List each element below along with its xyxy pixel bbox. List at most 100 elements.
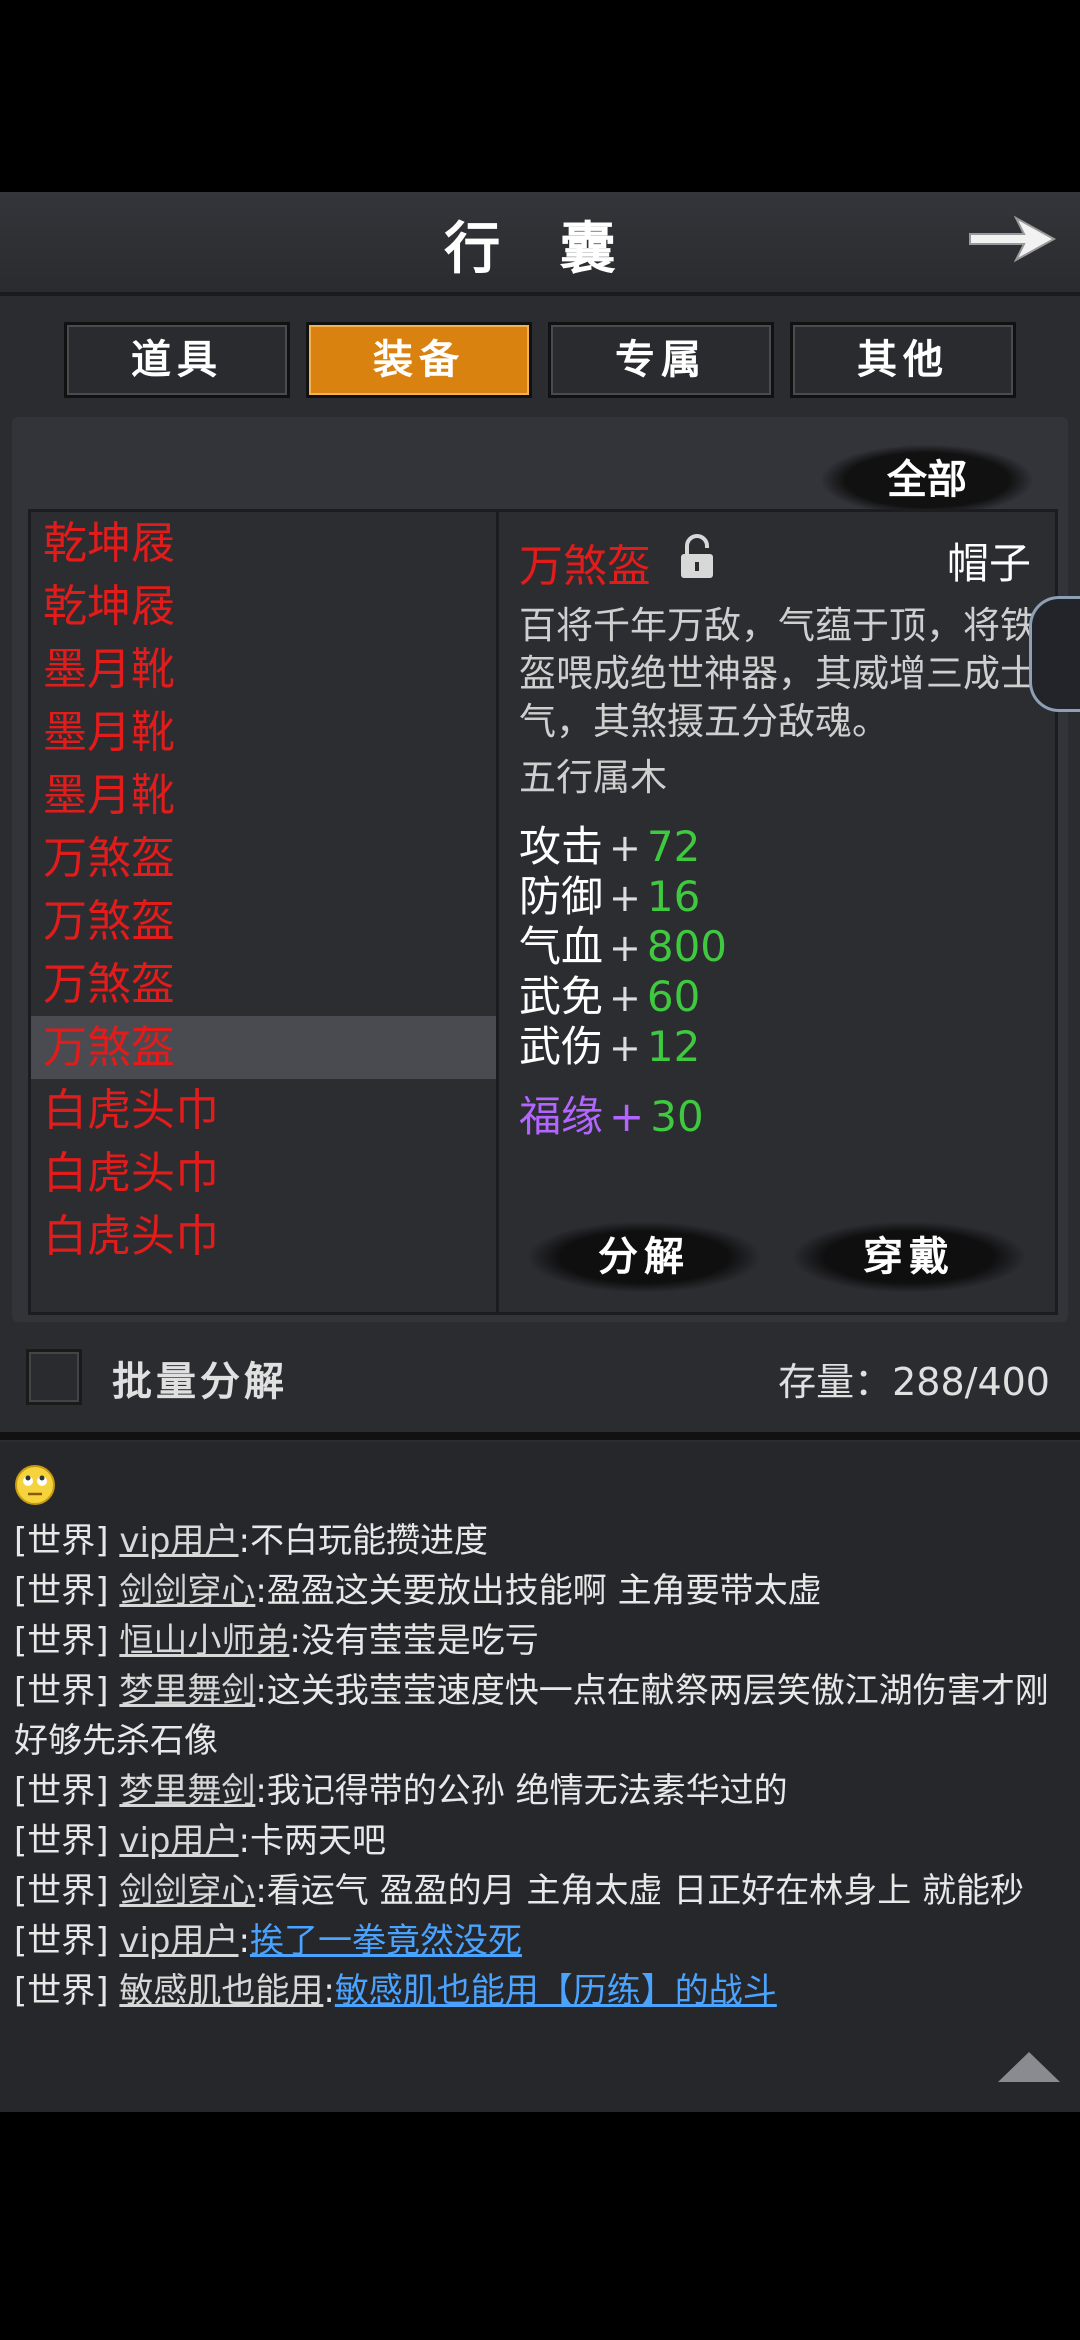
arrow-right-icon[interactable] bbox=[964, 204, 1060, 274]
chat-message: [世界] 梦里舞剑:我记得带的公孙 绝情无法素华过的 bbox=[14, 1766, 1066, 1816]
chat-user[interactable]: vip用户 bbox=[119, 1921, 238, 1961]
stat-value: 12 bbox=[646, 1022, 701, 1071]
chat-channel: [世界] bbox=[14, 1921, 109, 1961]
chat-message: [世界] 恒山小师弟:没有莹莹是吃亏 bbox=[14, 1616, 1066, 1666]
chat-text: :卡两天吧 bbox=[238, 1821, 386, 1861]
stat-row: 气血 +800 bbox=[519, 922, 727, 972]
equipment-list[interactable]: 乾坤屐 乾坤屐 墨月靴 墨月靴 墨月靴 万煞盔 万煞盔 万煞盔 万煞盔 白虎头巾… bbox=[28, 509, 499, 1315]
stat-value: 60 bbox=[646, 972, 701, 1021]
item-detail-panel: 万煞盔 帽子 百将千年万敌，气蕴于顶，将铁盔喂成绝世神器，其威增三成士气，其煞摄… bbox=[496, 509, 1058, 1315]
list-item[interactable]: 白虎头巾 bbox=[31, 1079, 496, 1142]
equipment-content: 全部 乾坤屐 乾坤屐 墨月靴 墨月靴 墨月靴 万煞盔 万煞盔 万煞盔 万煞盔 白… bbox=[12, 417, 1068, 1322]
inventory-panel: 行 囊 道具 装备 专属 其他 全部 乾坤屐 乾坤屐 墨月靴 墨月靴 墨月靴 万… bbox=[0, 192, 1080, 2112]
chat-text: :没有莹莹是吃亏 bbox=[289, 1621, 539, 1661]
chat-message: [世界] 剑剑穿心:看运气 盈盈的月 主角太虚 日正好在林身上 就能秒 bbox=[14, 1866, 1066, 1916]
item-stats: 攻击 +72 防御 +16 气血 +800 武免 +60 武伤 +12 bbox=[519, 822, 727, 1072]
title-bar: 行 囊 bbox=[0, 192, 1080, 296]
chat-channel: [世界] bbox=[14, 1871, 109, 1911]
stat-plus: + bbox=[609, 926, 641, 970]
stat-name: 武伤 bbox=[519, 1022, 604, 1071]
eyeroll-emoji-icon bbox=[15, 1465, 55, 1505]
chat-message: [世界] 剑剑穿心:盈盈这关要放出技能啊 主角要带太虚 bbox=[14, 1566, 1066, 1616]
tab-exclusive[interactable]: 专属 bbox=[548, 322, 774, 398]
list-item[interactable]: 墨月靴 bbox=[31, 701, 496, 764]
tab-other[interactable]: 其他 bbox=[790, 322, 1016, 398]
chat-link[interactable]: 敏感肌也能用【历练】的战斗 bbox=[335, 1971, 777, 2011]
stat-plus: + bbox=[609, 1026, 641, 1070]
list-item[interactable]: 墨月靴 bbox=[31, 638, 496, 701]
lock-icon[interactable] bbox=[677, 532, 717, 582]
bonus-stat: 福缘 +30 bbox=[519, 1092, 704, 1142]
tab-bar: 道具 装备 专属 其他 bbox=[64, 322, 1024, 398]
capacity-text: 存量：288/400 bbox=[778, 1351, 1050, 1406]
chat-message: [世界] vip用户:不白玩能攒进度 bbox=[14, 1516, 1066, 1566]
chat-text: :盈盈这关要放出技能啊 主角要带太虚 bbox=[255, 1571, 822, 1611]
stat-value: 800 bbox=[646, 922, 728, 971]
batch-dismantle-label: 批量分解 bbox=[112, 1358, 288, 1405]
chat-message: [世界] vip用户:挨了一拳竟然没死 bbox=[14, 1916, 1066, 1966]
bonus-value: 30 bbox=[650, 1092, 704, 1141]
tab-equipment[interactable]: 装备 bbox=[306, 322, 532, 398]
filter-all-button[interactable]: 全部 bbox=[822, 445, 1032, 515]
stat-name: 防御 bbox=[519, 872, 604, 921]
item-slot-type: 帽子 bbox=[946, 539, 1031, 588]
chat-channel: [世界] bbox=[14, 1521, 109, 1561]
chat-user[interactable]: 恒山小师弟 bbox=[119, 1621, 289, 1661]
chat-text: :看运气 盈盈的月 主角太虚 日正好在林身上 就能秒 bbox=[255, 1871, 1025, 1911]
stat-plus: + bbox=[609, 976, 641, 1020]
chat-channel: [世界] bbox=[14, 1971, 109, 2011]
stat-value: 72 bbox=[646, 822, 701, 871]
list-item[interactable]: 白虎头巾 bbox=[31, 1205, 496, 1268]
stat-row: 防御 +16 bbox=[519, 872, 727, 922]
chat-user[interactable]: 梦里舞剑 bbox=[119, 1771, 255, 1811]
stat-value: 16 bbox=[646, 872, 701, 921]
bonus-name: 福缘 bbox=[519, 1092, 604, 1141]
triangle-up-icon[interactable] bbox=[994, 2046, 1064, 2086]
stat-name: 攻击 bbox=[519, 822, 604, 871]
chat-message: [世界] 敏感肌也能用:敏感肌也能用【历练】的战斗 bbox=[14, 1966, 1066, 2016]
chat-message: [世界] vip用户:卡两天吧 bbox=[14, 1816, 1066, 1866]
batch-dismantle-checkbox[interactable] bbox=[26, 1349, 82, 1405]
list-item[interactable]: 墨月靴 bbox=[31, 764, 496, 827]
chat-text: :不白玩能攒进度 bbox=[238, 1521, 488, 1561]
item-name: 万煞盔 bbox=[519, 541, 651, 592]
chat-user[interactable]: 敏感肌也能用 bbox=[119, 1971, 323, 2011]
list-item[interactable]: 乾坤屐 bbox=[31, 575, 496, 638]
chat-user[interactable]: vip用户 bbox=[119, 1821, 238, 1861]
stat-row: 武伤 +12 bbox=[519, 1022, 727, 1072]
chat-user[interactable]: 剑剑穿心 bbox=[119, 1571, 255, 1611]
list-item-selected[interactable]: 万煞盔 bbox=[31, 1016, 496, 1079]
chat-text: : bbox=[323, 1971, 335, 2011]
bottom-bar: 批量分解 存量：288/400 bbox=[0, 1327, 1080, 1417]
stat-plus: + bbox=[609, 876, 641, 920]
dismantle-button[interactable]: 分解 bbox=[529, 1222, 759, 1292]
stat-name: 气血 bbox=[519, 922, 604, 971]
list-item[interactable]: 白虎头巾 bbox=[31, 1142, 496, 1205]
tab-items[interactable]: 道具 bbox=[64, 322, 290, 398]
chat-messages: [世界] vip用户:不白玩能攒进度 [世界] 剑剑穿心:盈盈这关要放出技能啊 … bbox=[14, 1516, 1066, 2016]
chat-user[interactable]: 梦里舞剑 bbox=[119, 1671, 255, 1711]
list-item[interactable]: 万煞盔 bbox=[31, 890, 496, 953]
side-handle-tab[interactable] bbox=[1029, 596, 1080, 712]
stat-plus: + bbox=[609, 826, 641, 870]
list-item[interactable]: 万煞盔 bbox=[31, 827, 496, 890]
chat-channel: [世界] bbox=[14, 1571, 109, 1611]
capacity-value: 288/400 bbox=[892, 1360, 1050, 1404]
list-item[interactable]: 乾坤屐 bbox=[31, 512, 496, 575]
equip-button[interactable]: 穿戴 bbox=[794, 1222, 1024, 1292]
chat-channel: [世界] bbox=[14, 1771, 109, 1811]
chat-link[interactable]: 挨了一拳竟然没死 bbox=[250, 1921, 522, 1961]
world-chat-panel[interactable]: [世界] vip用户:不白玩能攒进度 [世界] 剑剑穿心:盈盈这关要放出技能啊 … bbox=[0, 1442, 1080, 2112]
chat-channel: [世界] bbox=[14, 1671, 109, 1711]
list-item[interactable]: 万煞盔 bbox=[31, 953, 496, 1016]
chat-channel: [世界] bbox=[14, 1821, 109, 1861]
chat-user[interactable]: 剑剑穿心 bbox=[119, 1871, 255, 1911]
chat-user[interactable]: vip用户 bbox=[119, 1521, 238, 1561]
bonus-plus: + bbox=[609, 1092, 645, 1141]
chat-channel: [世界] bbox=[14, 1621, 109, 1661]
chat-message: [世界] 梦里舞剑:这关我莹莹速度快一点在献祭两层笑傲江湖伤害才刚好够先杀石像 bbox=[14, 1666, 1066, 1766]
item-description: 百将千年万敌，气蕴于顶，将铁盔喂成绝世神器，其威增三成士气，其煞摄五分敌魂。 bbox=[519, 604, 1037, 743]
chat-text: :我记得带的公孙 绝情无法素华过的 bbox=[255, 1771, 788, 1811]
capacity-label: 存量： bbox=[778, 1360, 893, 1404]
chat-text: : bbox=[238, 1921, 250, 1961]
